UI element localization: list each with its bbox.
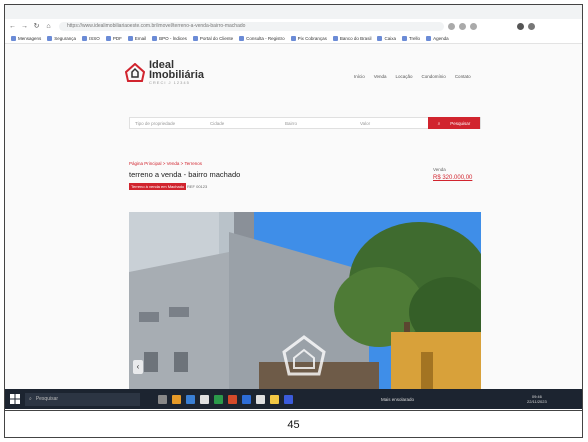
bookmark-icon	[127, 35, 133, 41]
screenshot-frame: ← → ↻ ⌂ https://www.idealimobiliariaoest…	[4, 4, 583, 438]
house-logo-icon	[125, 63, 145, 82]
bookmark-icon	[11, 35, 16, 41]
nav-item-contato[interactable]: Contato	[455, 74, 471, 79]
reload-icon[interactable]: ↻	[32, 22, 41, 31]
nav-item-inicio[interactable]: Início	[354, 74, 365, 79]
bookmark-item[interactable]: Caixa	[377, 35, 396, 41]
city-select[interactable]: Cidade	[205, 121, 280, 126]
extension-icon[interactable]	[470, 22, 477, 30]
search-icon: ⌕	[29, 396, 32, 402]
price-value: R$ 320.000,00	[433, 175, 473, 181]
bookmark-icon	[82, 35, 88, 41]
url-bar[interactable]: https://www.idealimobiliariaoeste.com.br…	[59, 21, 444, 31]
forward-icon[interactable]: →	[20, 22, 29, 31]
taskbar-search-input[interactable]: ⌕ Pesquisar	[25, 392, 140, 406]
bookmark-item[interactable]: Portal do Cliente	[192, 35, 233, 41]
bookmark-icon	[47, 35, 53, 41]
property-type-field[interactable]: Tipo de propriedade	[130, 121, 205, 126]
app-icon[interactable]	[172, 394, 181, 404]
bookmark-icon	[192, 35, 198, 41]
logo-wordmark: Ideal Imobiliária CRECI J 12345	[149, 60, 204, 86]
bookmark-item[interactable]: Mensagens	[11, 35, 41, 41]
bookmark-icon	[426, 35, 432, 41]
weather-widget[interactable]: Mais ensolarado	[381, 397, 414, 402]
taskbar-clock[interactable]: 09:46 22/11/2023	[527, 394, 547, 404]
price-label: Venda	[433, 167, 446, 172]
bookmark-item[interactable]: Consulta - Registro	[239, 35, 285, 41]
search-button-label: Pesquisar	[450, 120, 471, 126]
bookmark-item[interactable]: Segurança	[47, 35, 76, 41]
bookmark-item[interactable]: Agenda	[426, 35, 449, 41]
browser-tab-bar	[5, 5, 582, 19]
task-view-icon[interactable]	[158, 394, 167, 404]
bookmark-item[interactable]: Email	[127, 35, 146, 41]
back-icon[interactable]: ←	[8, 22, 17, 31]
web-page: Ideal Imobiliária CRECI J 12345 Início V…	[5, 44, 582, 389]
extension-icon[interactable]	[448, 22, 455, 30]
taskbar-search-placeholder: Pesquisar	[35, 396, 59, 402]
site-logo[interactable]: Ideal Imobiliária CRECI J 12345	[125, 60, 204, 86]
app-icon[interactable]	[284, 394, 293, 404]
app-icon[interactable]	[242, 394, 251, 404]
menu-icon[interactable]	[528, 22, 535, 30]
bookmark-item[interactable]: ISSO	[82, 35, 100, 41]
breadcrumb[interactable]: Página Principal > Venda > Terrenos	[129, 161, 202, 166]
nav-item-locacao[interactable]: Locação	[396, 74, 413, 79]
search-icon: ⌕	[437, 120, 441, 126]
property-photo[interactable]: ‹	[129, 212, 481, 389]
profile-icon[interactable]	[517, 22, 524, 30]
browser-address-row: ← → ↻ ⌂ https://www.idealimobiliariaoest…	[5, 19, 582, 34]
windows-taskbar: ⌕ Pesquisar Mais ensolarado 09:46 22/11/…	[5, 389, 582, 409]
clock-date: 22/11/2023	[527, 399, 547, 404]
bookmarks-bar: Mensagens Segurança ISSO PDF Email BPO -…	[5, 33, 582, 44]
excel-icon[interactable]	[214, 394, 223, 404]
property-photo-image	[129, 212, 481, 389]
neighborhood-select[interactable]: Bairro	[280, 121, 355, 126]
chrome-icon[interactable]	[256, 394, 265, 404]
listing-code: REF 00123	[187, 184, 208, 189]
bookmark-item[interactable]: Pix Cobranças	[290, 35, 327, 41]
extension-icon[interactable]	[459, 22, 466, 30]
property-search-bar: Tipo de propriedade Cidade Bairro Valor …	[129, 117, 481, 129]
site-nav: Início Venda Locação Condomínio Contato	[354, 74, 480, 79]
nav-item-condominio[interactable]: Condomínio	[422, 74, 446, 79]
windows-start-icon[interactable]	[10, 394, 20, 404]
price-select[interactable]: Valor	[355, 121, 420, 126]
app-icon[interactable]	[228, 394, 237, 404]
pinned-apps	[158, 394, 298, 404]
bookmark-item[interactable]: Trello	[401, 35, 420, 41]
bookmark-item[interactable]: PDF	[105, 35, 122, 41]
page-title: terreno a venda - bairro machado	[129, 170, 241, 179]
bookmark-icon	[290, 35, 296, 41]
status-badge: Terreno à venda em Machado	[129, 183, 187, 190]
search-button[interactable]: ⌕ Pesquisar	[428, 117, 480, 129]
bookmark-item[interactable]: BPO - Índices	[152, 35, 187, 41]
bookmark-icon	[105, 35, 111, 41]
bookmark-icon	[239, 35, 245, 41]
bookmark-icon	[152, 35, 158, 41]
page-number: 45	[5, 410, 582, 437]
prev-photo-chevron-icon[interactable]: ‹	[133, 360, 143, 374]
bookmark-icon	[377, 35, 383, 41]
home-icon[interactable]: ⌂	[44, 22, 53, 31]
bookmark-icon	[401, 35, 407, 41]
bookmark-item[interactable]: Banco do Brasil	[332, 35, 371, 41]
file-explorer-icon[interactable]	[270, 394, 279, 404]
app-icon[interactable]	[200, 394, 209, 404]
bookmark-icon	[332, 35, 338, 41]
nav-item-venda[interactable]: Venda	[374, 74, 387, 79]
app-icon[interactable]	[186, 394, 195, 404]
